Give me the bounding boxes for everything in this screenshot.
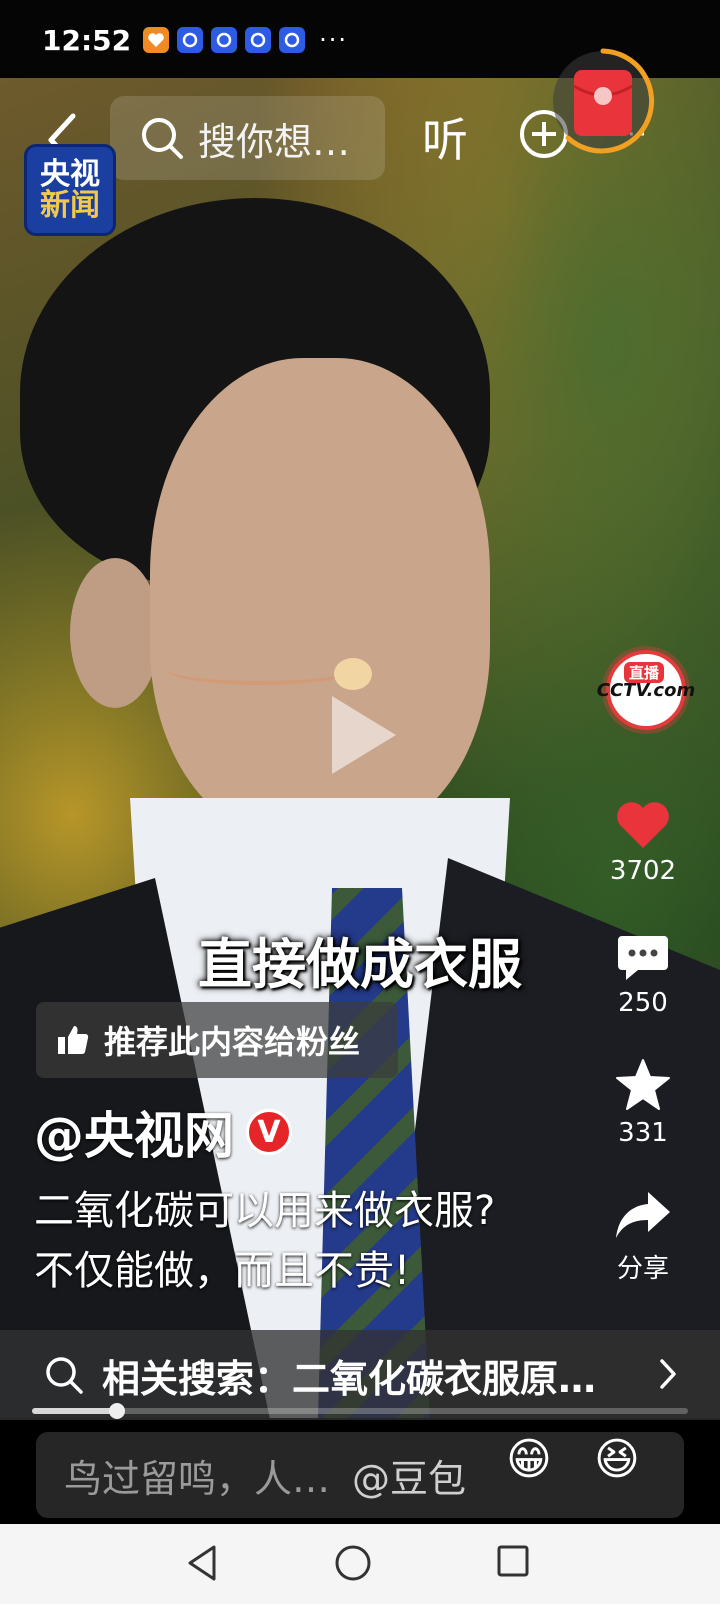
share-label: 分享 <box>616 1254 669 1284</box>
channel-watermark-logo: 央视 新闻 <box>24 144 116 236</box>
share-icon <box>616 1192 670 1238</box>
thumbs-up-icon <box>58 1026 89 1055</box>
heart-icon <box>617 802 669 848</box>
post-description-line[interactable]: 二氧化碳可以用来做衣服? <box>34 1178 495 1236</box>
author-row: @央视网 V <box>34 1096 292 1168</box>
video-frame-ear <box>70 558 160 708</box>
notification-app-icon <box>211 27 238 53</box>
nav-back-icon <box>188 1545 216 1581</box>
watermark-line2: 新闻 <box>40 188 100 223</box>
emoji-laugh-button[interactable]: 😆 <box>594 1434 640 1485</box>
red-packet-icon <box>553 48 655 154</box>
comment-bar: 鸟过留鸣，人… @豆包 😁 😆 <box>0 1420 720 1524</box>
related-search-text: 相关搜索：二氧化碳衣服原… <box>102 1356 597 1401</box>
like-count: 3702 <box>609 856 677 886</box>
nav-home-icon <box>335 1545 371 1581</box>
watermark-line1: 央视 <box>40 156 100 192</box>
comment-input[interactable]: 鸟过留鸣，人… @豆包 <box>36 1432 684 1518</box>
recommend-to-fans-button[interactable]: 推荐此内容给粉丝 <box>36 1002 398 1078</box>
share-button[interactable]: 分享 <box>598 1188 688 1285</box>
post-description-line[interactable]: 不仅能做，而且不贵! <box>34 1238 410 1296</box>
system-nav-bar <box>0 1524 720 1604</box>
video-frame-face <box>150 358 490 838</box>
nav-recents-icon <box>497 1545 529 1577</box>
mention-doubao-button[interactable]: @豆包 <box>352 1448 466 1503</box>
video-subtitle: 直接做成衣服 <box>198 933 522 996</box>
recommend-label: 推荐此内容给粉丝 <box>104 1023 361 1061</box>
play-button[interactable] <box>322 690 402 784</box>
like-button[interactable]: 3702 <box>598 800 688 886</box>
verified-badge: V <box>246 1109 292 1155</box>
play-icon <box>332 696 396 774</box>
search-placeholder: 搜你想… <box>198 119 351 164</box>
notification-app-icon <box>143 27 170 53</box>
video-frame-mic <box>165 653 355 685</box>
favorite-count: 331 <box>618 1118 668 1148</box>
video-progress-bar[interactable] <box>32 1403 688 1419</box>
nav-recents-button[interactable] <box>496 1544 530 1582</box>
listen-button[interactable]: 听 <box>422 104 468 170</box>
notification-app-icon <box>279 27 306 53</box>
video-progress-fill <box>32 1408 118 1414</box>
search-icon <box>142 118 183 159</box>
star-icon <box>616 1059 670 1110</box>
chevron-right-icon <box>660 1359 676 1389</box>
emoji-grin-button[interactable]: 😁 <box>506 1434 552 1485</box>
related-search-bar[interactable]: 相关搜索：二氧化碳衣服原… <box>0 1330 720 1420</box>
video-frame-mic <box>334 658 372 690</box>
live-badge: 直播 <box>624 662 665 683</box>
red-packet-widget[interactable] <box>548 46 658 156</box>
author-name[interactable]: @央视网 <box>34 1096 234 1168</box>
status-time: 12:52 <box>42 23 132 57</box>
search-icon <box>46 1357 83 1394</box>
nav-home-button[interactable] <box>334 1544 372 1586</box>
notification-app-icon <box>245 27 272 53</box>
nav-back-button[interactable] <box>186 1544 218 1586</box>
search-input[interactable]: 搜你想… <box>110 96 385 180</box>
notification-app-icon <box>177 27 204 53</box>
comment-placeholder: 鸟过留鸣，人… <box>64 1456 331 1501</box>
favorite-button[interactable]: 331 <box>598 1058 688 1148</box>
status-more-indicator: ··· <box>319 26 349 54</box>
